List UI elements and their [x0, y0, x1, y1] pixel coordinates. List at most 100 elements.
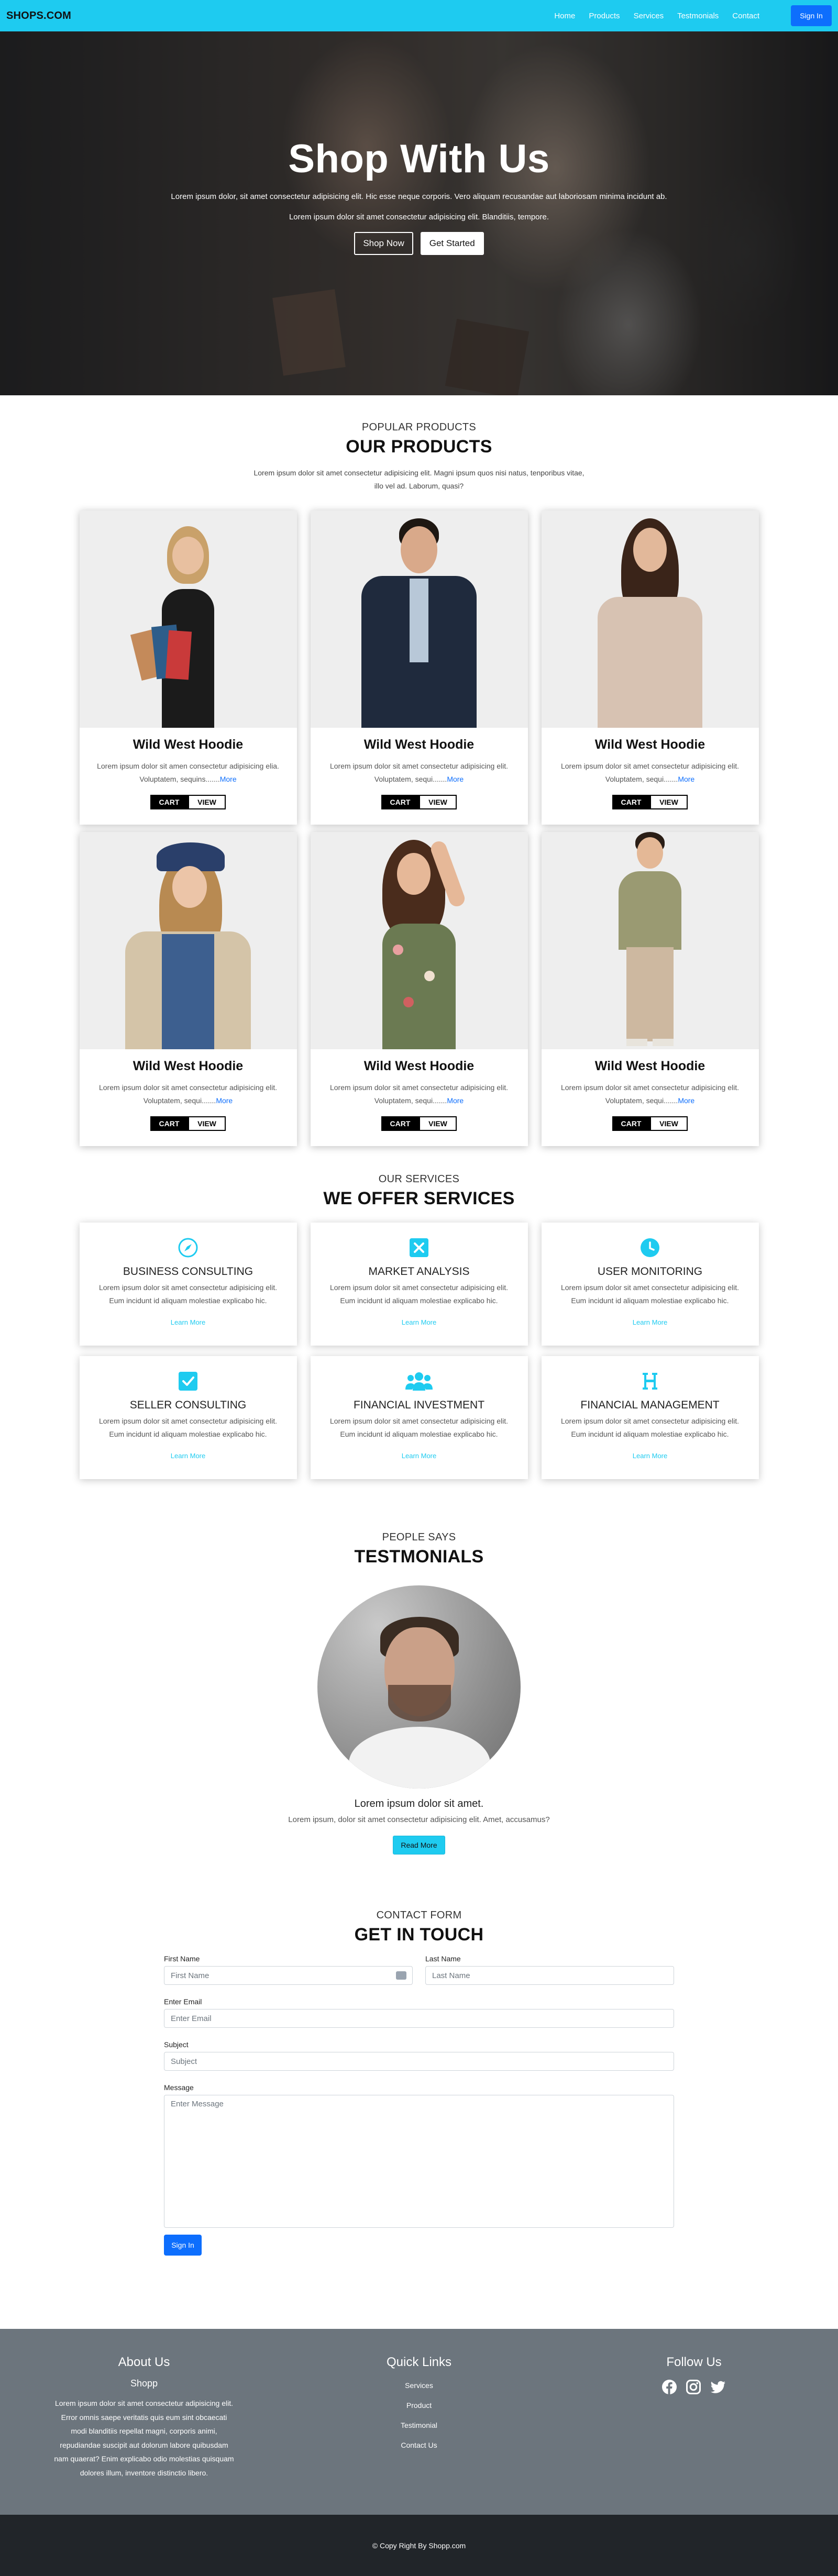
compass-icon	[80, 1237, 297, 1258]
cart-button[interactable]: CART	[150, 795, 188, 809]
nav-link-services[interactable]: Services	[634, 12, 664, 20]
service-desc-line: Eum incidunt id aliquam molestiae explic…	[340, 1429, 498, 1438]
service-title: SELLER CONSULTING	[129, 1399, 247, 1411]
get-started-button[interactable]: Get Started	[420, 232, 484, 255]
nav-link-contact[interactable]: Contact	[732, 12, 759, 20]
product-image[interactable]	[310, 832, 528, 1049]
read-more-button[interactable]: Read More	[393, 1836, 445, 1855]
learn-more-link[interactable]: Learn More	[633, 1318, 667, 1326]
twitter-icon[interactable]	[710, 2379, 726, 2397]
product-image[interactable]	[541, 510, 759, 728]
product-more-link[interactable]: More	[678, 775, 694, 783]
product-image[interactable]	[310, 510, 528, 728]
view-button[interactable]: VIEW	[188, 795, 226, 809]
nav-link-testimonials[interactable]: Testmonials	[677, 12, 719, 20]
contact-heading: GET IN TOUCH	[354, 1925, 484, 1945]
product-image[interactable]	[79, 510, 297, 728]
product-description: Lorem ipsum dolor sit amet consectetur a…	[319, 760, 519, 785]
contact-section: CONTACT FORM GET IN TOUCH First Name Las…	[0, 1855, 838, 2256]
subject-label: Subject	[164, 2040, 189, 2049]
service-card: SELLER CONSULTING Lorem ipsum dolor sit …	[79, 1356, 297, 1479]
cart-button[interactable]: CART	[150, 1116, 188, 1131]
view-button[interactable]: VIEW	[419, 795, 457, 809]
product-more-link[interactable]: More	[678, 1096, 694, 1105]
service-description: Lorem ipsum dolor sit amet consectetur a…	[542, 1415, 759, 1440]
testimonial-avatar	[317, 1585, 521, 1789]
x-square-icon	[311, 1237, 528, 1258]
form-submit-button[interactable]: Sign In	[164, 2235, 202, 2256]
products-section: POPULAR PRODUCTS OUR PRODUCTS Lorem ipsu…	[0, 395, 838, 1146]
products-heading: OUR PRODUCTS	[346, 437, 492, 457]
learn-more-link[interactable]: Learn More	[402, 1452, 436, 1460]
service-desc-line: Eum incidunt id aliquam molestiae explic…	[109, 1296, 267, 1305]
nav-link-home[interactable]: Home	[554, 12, 575, 20]
learn-more-link[interactable]: Learn More	[633, 1452, 667, 1460]
shop-now-button[interactable]: Shop Now	[354, 232, 413, 255]
product-title: Wild West Hoodie	[133, 737, 244, 752]
footer-link-contact[interactable]: Contact Us	[288, 2441, 550, 2449]
product-image[interactable]	[541, 832, 759, 1049]
facebook-icon[interactable]	[661, 2379, 677, 2397]
nav-link-products[interactable]: Products	[589, 12, 620, 20]
view-button[interactable]: VIEW	[419, 1116, 457, 1131]
cart-button[interactable]: CART	[612, 795, 650, 809]
product-more-link[interactable]: More	[220, 775, 237, 783]
service-desc-line: Eum incidunt id aliquam molestiae explic…	[571, 1429, 729, 1438]
clock-icon	[542, 1237, 759, 1258]
learn-more-link[interactable]: Learn More	[171, 1452, 205, 1460]
footer: About Us Shopp Lorem ipsum dolor sit ame…	[0, 2329, 838, 2515]
product-description: Lorem ipsum dolor sit amet consectetur a…	[550, 1081, 749, 1107]
cart-button[interactable]: CART	[381, 795, 419, 809]
product-image[interactable]	[79, 832, 297, 1049]
product-title: Wild West Hoodie	[133, 1059, 244, 1073]
service-desc-line: Eum incidunt id aliquam molestiae explic…	[109, 1429, 267, 1438]
hero-banner: Shop With Us Lorem ipsum dolor, sit amet…	[0, 31, 838, 395]
last-name-label: Last Name	[425, 1955, 461, 1963]
cart-button[interactable]: CART	[612, 1116, 650, 1131]
service-card: BUSINESS CONSULTING Lorem ipsum dolor si…	[79, 1223, 297, 1346]
footer-follow-title: Follow Us	[666, 2355, 722, 2369]
product-grid: Wild West Hoodie Lorem ipsum dolor sit a…	[0, 510, 838, 1146]
footer-link-product[interactable]: Product	[288, 2401, 550, 2410]
footer-follow: Follow Us	[550, 2355, 838, 2515]
signin-button[interactable]: Sign In	[791, 5, 832, 26]
email-label: Enter Email	[164, 1997, 202, 2006]
view-button[interactable]: VIEW	[188, 1116, 226, 1131]
users-icon	[311, 1371, 528, 1392]
footer-link-services[interactable]: Services	[288, 2381, 550, 2390]
navbar: SHOPS.COM Home Products Services Testmon…	[0, 0, 838, 31]
cart-button[interactable]: CART	[381, 1116, 419, 1131]
first-name-input[interactable]	[164, 1966, 413, 1985]
email-input[interactable]	[164, 2009, 674, 2028]
hero-subtitle-2: Lorem ipsum dolor sit amet consectetur a…	[289, 213, 549, 221]
product-more-link[interactable]: More	[447, 775, 464, 783]
view-button[interactable]: VIEW	[650, 795, 688, 809]
product-card: Wild West Hoodie Lorem ipsum dolor sit a…	[79, 510, 297, 825]
service-desc-line: Lorem ipsum dolor sit amet consectetur a…	[98, 1417, 278, 1425]
product-title: Wild West Hoodie	[363, 737, 475, 752]
view-button[interactable]: VIEW	[650, 1116, 688, 1131]
service-desc-line: Eum incidunt id aliquam molestiae explic…	[571, 1296, 729, 1305]
product-description: Lorem ipsum dolor sit amet consectetur a…	[89, 1081, 288, 1107]
services-kicker: OUR SERVICES	[378, 1173, 460, 1185]
autofill-icon[interactable]	[396, 1971, 406, 1980]
product-more-link[interactable]: More	[447, 1096, 464, 1105]
learn-more-link[interactable]: Learn More	[402, 1318, 436, 1326]
footer-about-text: Lorem ipsum dolor sit amet consectetur a…	[54, 2399, 234, 2477]
service-card: MARKET ANALYSIS Lorem ipsum dolor sit am…	[310, 1223, 528, 1346]
service-card: FINANCIAL MANAGEMENT Lorem ipsum dolor s…	[541, 1356, 759, 1479]
brand-logo[interactable]: SHOPS.COM	[6, 10, 71, 22]
learn-more-link[interactable]: Learn More	[171, 1318, 205, 1326]
testimonial-name: Lorem ipsum dolor sit amet.	[354, 1798, 484, 1809]
footer-link-testimonial[interactable]: Testimonial	[288, 2421, 550, 2429]
last-name-input[interactable]	[425, 1966, 674, 1985]
service-card: USER MONITORING Lorem ipsum dolor sit am…	[541, 1223, 759, 1346]
product-desc-text: Lorem ipsum dolor sit amet consectetur a…	[329, 1083, 509, 1105]
copyright-bar: © Copy Right By Shopp.com	[0, 2515, 838, 2576]
product-title: Wild West Hoodie	[594, 737, 705, 752]
subject-input[interactable]	[164, 2052, 674, 2071]
message-textarea[interactable]	[164, 2095, 674, 2228]
instagram-icon[interactable]	[686, 2379, 701, 2397]
service-desc-line: Lorem ipsum dolor sit amet consectetur a…	[329, 1417, 509, 1425]
product-more-link[interactable]: More	[216, 1096, 233, 1105]
